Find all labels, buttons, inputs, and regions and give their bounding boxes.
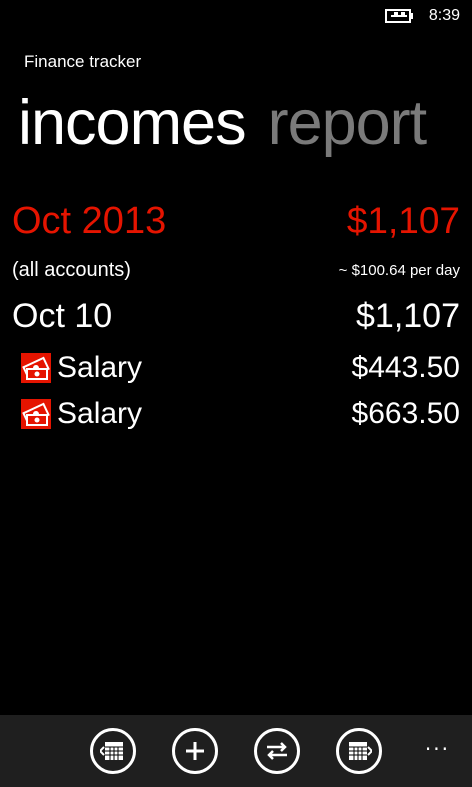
application-bar: ... (0, 715, 472, 787)
month-total: $1,107 (346, 200, 460, 241)
money-category-icon (21, 399, 51, 429)
status-bar: 8:39 (384, 0, 472, 32)
next-month-button[interactable] (336, 728, 382, 774)
status-time: 8:39 (428, 7, 460, 24)
list-item[interactable]: Salary $663.50 (12, 394, 460, 434)
next-month-calendar-icon (349, 742, 372, 760)
add-button[interactable] (172, 728, 218, 774)
transfer-button[interactable] (254, 728, 300, 774)
item-category: Salary (57, 397, 143, 430)
more-menu-button[interactable]: ... (425, 733, 450, 753)
item-category: Salary (57, 351, 143, 384)
per-day-average: ~ $100.64 per day (338, 261, 460, 279)
app-title: Finance tracker (24, 52, 142, 71)
accounts-scope: (all accounts) (12, 258, 131, 281)
transfer-icon (267, 742, 287, 760)
previous-month-calendar-icon (100, 742, 123, 760)
item-amount: $663.50 (351, 397, 460, 430)
pivot-header: incomes report (18, 82, 448, 164)
pivot-report[interactable]: report (268, 82, 428, 164)
list-item[interactable]: Salary $443.50 (12, 348, 460, 388)
money-category-icon (21, 353, 51, 383)
scope-row: (all accounts) ~ $100.64 per day (12, 256, 460, 284)
add-icon (186, 742, 204, 760)
day-group-header: Oct 10 $1,107 (12, 294, 460, 338)
pivot-incomes[interactable]: incomes (18, 82, 247, 164)
month-summary-row[interactable]: Oct 2013 $1,107 (12, 196, 460, 246)
day-date: Oct 10 (12, 296, 113, 335)
item-amount: $443.50 (351, 351, 460, 384)
day-total: $1,107 (356, 296, 460, 335)
month-label: Oct 2013 (12, 199, 167, 242)
previous-month-button[interactable] (90, 728, 136, 774)
battery-charging-icon (384, 9, 413, 23)
